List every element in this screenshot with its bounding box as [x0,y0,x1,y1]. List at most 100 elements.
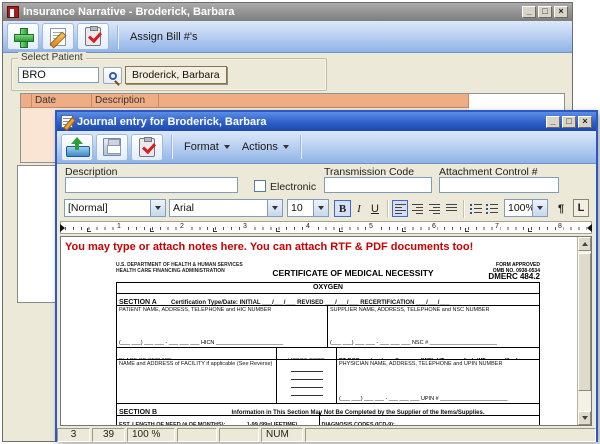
format-menu-button[interactable]: Format [178,141,236,153]
est-length-label: EST. LENGTH OF NEED (# OF MONTHS): _____… [119,422,297,426]
certification-type-line: Certification Type/Date: INITIAL ___/___… [171,300,449,306]
format-menu-label: Format [184,141,219,153]
chevron-down-icon [537,206,543,210]
bold-button[interactable]: B [334,200,351,217]
font-size-value: 10 [288,200,313,216]
italic-button[interactable]: I [352,200,366,217]
note-text: You may type or attach notes here. You c… [65,241,473,253]
assign-bill-button[interactable]: Assign Bill #'s [124,31,204,43]
align-right-button[interactable] [426,200,442,217]
maximize-button[interactable]: □ [538,6,552,18]
align-justify-icon [446,204,457,213]
diagnosis-codes-label: DIAGNOSIS CODES (ICD-9): ________ ______… [322,422,499,426]
tab-stop-marker [150,228,154,232]
column-header-description[interactable]: Description [92,94,159,108]
vertical-scrollbar[interactable] [577,237,591,425]
show-paragraph-marks-button[interactable]: ¶ [554,200,568,217]
verify-button[interactable] [131,134,163,161]
paragraph-style-combo[interactable]: [Normal] [64,199,166,217]
align-left-button[interactable] [392,200,408,217]
electronic-checkbox[interactable] [254,180,266,192]
transmission-code-input[interactable] [324,177,432,193]
clipboard-check-icon [139,138,155,157]
underline-button[interactable]: U [367,200,383,217]
format-separator [463,200,465,218]
combo-dropdown-button[interactable] [267,200,282,216]
select-patient-groupbox: Select Patient Broderick, Barbara [11,58,327,91]
font-name-combo[interactable]: Arial [169,199,283,217]
supplier-info-label: SUPPLIER NAME, ADDRESS, TELEPHONE and NS… [330,307,537,313]
save-button[interactable] [96,134,128,161]
edit-narrative-button[interactable] [42,23,74,50]
status-cell-empty [177,428,217,442]
tab-stop-marker [339,228,343,232]
scrollbar-thumb[interactable] [578,253,591,391]
hcpcs-code-blanks [277,360,337,403]
status-cell-line: 3 [57,428,90,442]
align-justify-button[interactable] [443,200,459,217]
patient-phone-line: (___ ___) ___ ___ - ___ ___ ___ HICN ___… [119,340,325,346]
bullet-list-button[interactable] [468,200,483,217]
bullet-list-icon [470,204,482,214]
description-input[interactable] [65,177,238,193]
tab-stop-button[interactable]: L [573,199,589,217]
document-area[interactable]: You may type or attach notes here. You c… [60,236,592,426]
selected-patient-button[interactable]: Broderick, Barbara [125,66,227,84]
edit-icon [50,28,66,46]
status-cell-empty [219,428,259,442]
tab-stop-marker [465,228,469,232]
arrow-down-icon [582,416,588,420]
add-narrative-button[interactable] [7,23,39,50]
insurance-app-icon [7,6,19,18]
ruler-number: 2 [179,223,185,230]
journal-titlebar[interactable]: Journal entry for Broderick, Barbara _ □… [57,112,596,131]
combo-dropdown-button[interactable] [532,200,547,216]
close-button[interactable]: × [554,6,568,18]
maximize-button[interactable]: □ [562,116,576,128]
select-patient-label: Select Patient [18,52,86,63]
supplier-phone-line: (___ ___) ___ ___ - ___ ___ ___ NSC # __… [330,340,537,346]
form-title: CERTIFICATE OF MEDICAL NECESSITY [246,262,460,280]
tab-stop-marker [213,228,217,232]
attachment-control-input[interactable] [439,177,559,193]
import-button[interactable] [61,134,93,161]
align-center-button[interactable] [409,200,425,217]
ruler-number: 4 [305,223,311,230]
agency-line2: HEALTH CARE FINANCING ADMINISTRATION [116,268,246,274]
clipboard-check-icon [85,27,101,46]
minimize-button[interactable]: _ [522,6,536,18]
scroll-down-button[interactable] [578,411,591,425]
import-icon [66,137,88,157]
scroll-up-button[interactable] [578,237,591,251]
plus-icon [13,27,33,47]
zoom-combo[interactable]: 100% [504,199,548,217]
status-cell-num-lock: NUM [261,428,303,442]
patient-info-label: PATIENT NAME, ADDRESS, TELEPHONE and HIC… [119,307,325,313]
format-separator [387,200,389,218]
ruler-number: 6 [431,223,437,230]
minimize-button[interactable]: _ [546,116,560,128]
column-header-date[interactable]: Date [32,94,92,108]
ruler-number: 1 [116,223,122,230]
ruler[interactable]: 1 2 3 4 5 6 7 8 [60,221,592,234]
journal-app-icon [61,115,73,128]
verify-narrative-button[interactable] [77,23,109,50]
desktop: Insurance Narrative - Broderick, Barbara… [0,0,600,444]
insurance-window-title: Insurance Narrative - Broderick, Barbara [23,6,235,18]
right-margin-marker[interactable] [587,224,592,232]
insurance-toolbar: Assign Bill #'s [3,21,572,53]
patient-search-button[interactable] [103,67,122,84]
tab-stop-marker [402,228,406,232]
ruler-number: 8 [557,223,563,230]
section-a-label: SECTION A [119,299,157,306]
combo-dropdown-button[interactable] [150,200,165,216]
column-header-filler [159,94,469,108]
actions-menu-button[interactable]: Actions [236,141,295,153]
close-button[interactable]: × [578,116,592,128]
numbered-list-button[interactable] [484,200,499,217]
combo-dropdown-button[interactable] [313,200,328,216]
hcpcs-code-label: HCPCS CODE [288,358,325,359]
font-size-combo[interactable]: 10 [287,199,329,217]
patient-search-input[interactable] [18,67,99,83]
insurance-titlebar[interactable]: Insurance Narrative - Broderick, Barbara… [3,3,572,21]
